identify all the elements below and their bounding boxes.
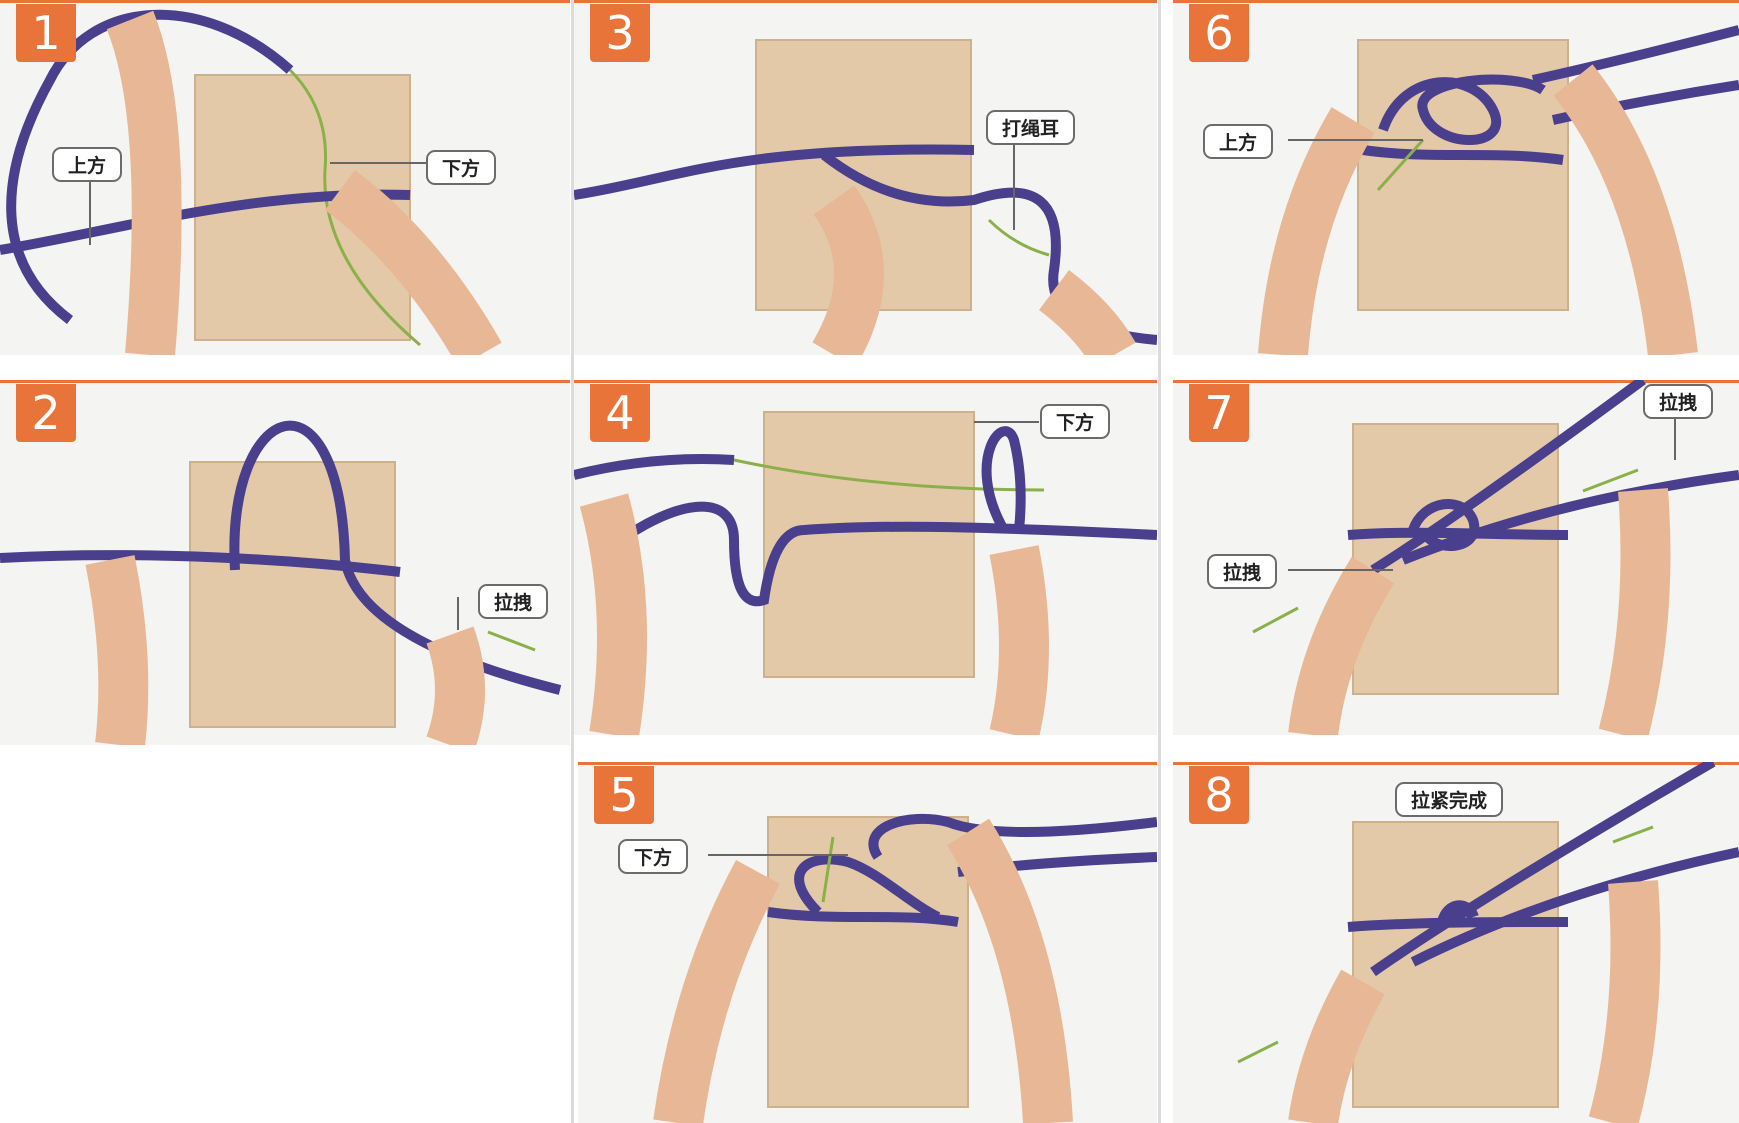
callout-label: 下方 xyxy=(426,150,497,185)
step-3-illustration xyxy=(574,39,1157,355)
callout-label: 拉紧完成 xyxy=(1395,782,1504,817)
step-number: 2 xyxy=(16,384,76,442)
step-4-panel: 4 下方 xyxy=(574,380,1157,735)
step-6-panel: 6 上方 xyxy=(1173,0,1739,355)
callout-label: 下方 xyxy=(1040,404,1111,439)
callout-label: 拉拽 xyxy=(1643,384,1714,419)
callout-label: 打绳耳 xyxy=(986,110,1076,145)
step-5-panel: 5 下方 xyxy=(578,762,1157,1123)
step-number: 4 xyxy=(590,384,650,442)
callout-label: 拉拽 xyxy=(1207,554,1278,589)
step-5-illustration xyxy=(653,814,1157,1123)
step-7-panel: 7 拉拽 拉拽 xyxy=(1173,380,1739,735)
step-number: 7 xyxy=(1189,384,1249,442)
step-2-illustration xyxy=(0,420,562,745)
callout-label: 上方 xyxy=(1203,124,1274,159)
callout-label: 下方 xyxy=(618,839,689,874)
step-8-panel: 8 拉紧完成 xyxy=(1173,762,1739,1123)
step-number: 6 xyxy=(1189,4,1249,62)
callout-label: 上方 xyxy=(52,147,123,182)
column-divider xyxy=(1158,0,1161,1123)
step-6-illustration xyxy=(1258,25,1739,355)
step-number: 5 xyxy=(594,766,654,824)
step-number: 1 xyxy=(16,4,76,62)
step-3-panel: 3 打绳耳 xyxy=(574,0,1157,355)
column-divider xyxy=(571,0,574,1123)
step-1-panel: 1 上方 下方 xyxy=(0,0,570,355)
step-number: 8 xyxy=(1189,766,1249,824)
step-number: 3 xyxy=(590,4,650,62)
step-2-panel: 2 拉拽 xyxy=(0,380,570,745)
callout-label: 拉拽 xyxy=(478,584,549,619)
